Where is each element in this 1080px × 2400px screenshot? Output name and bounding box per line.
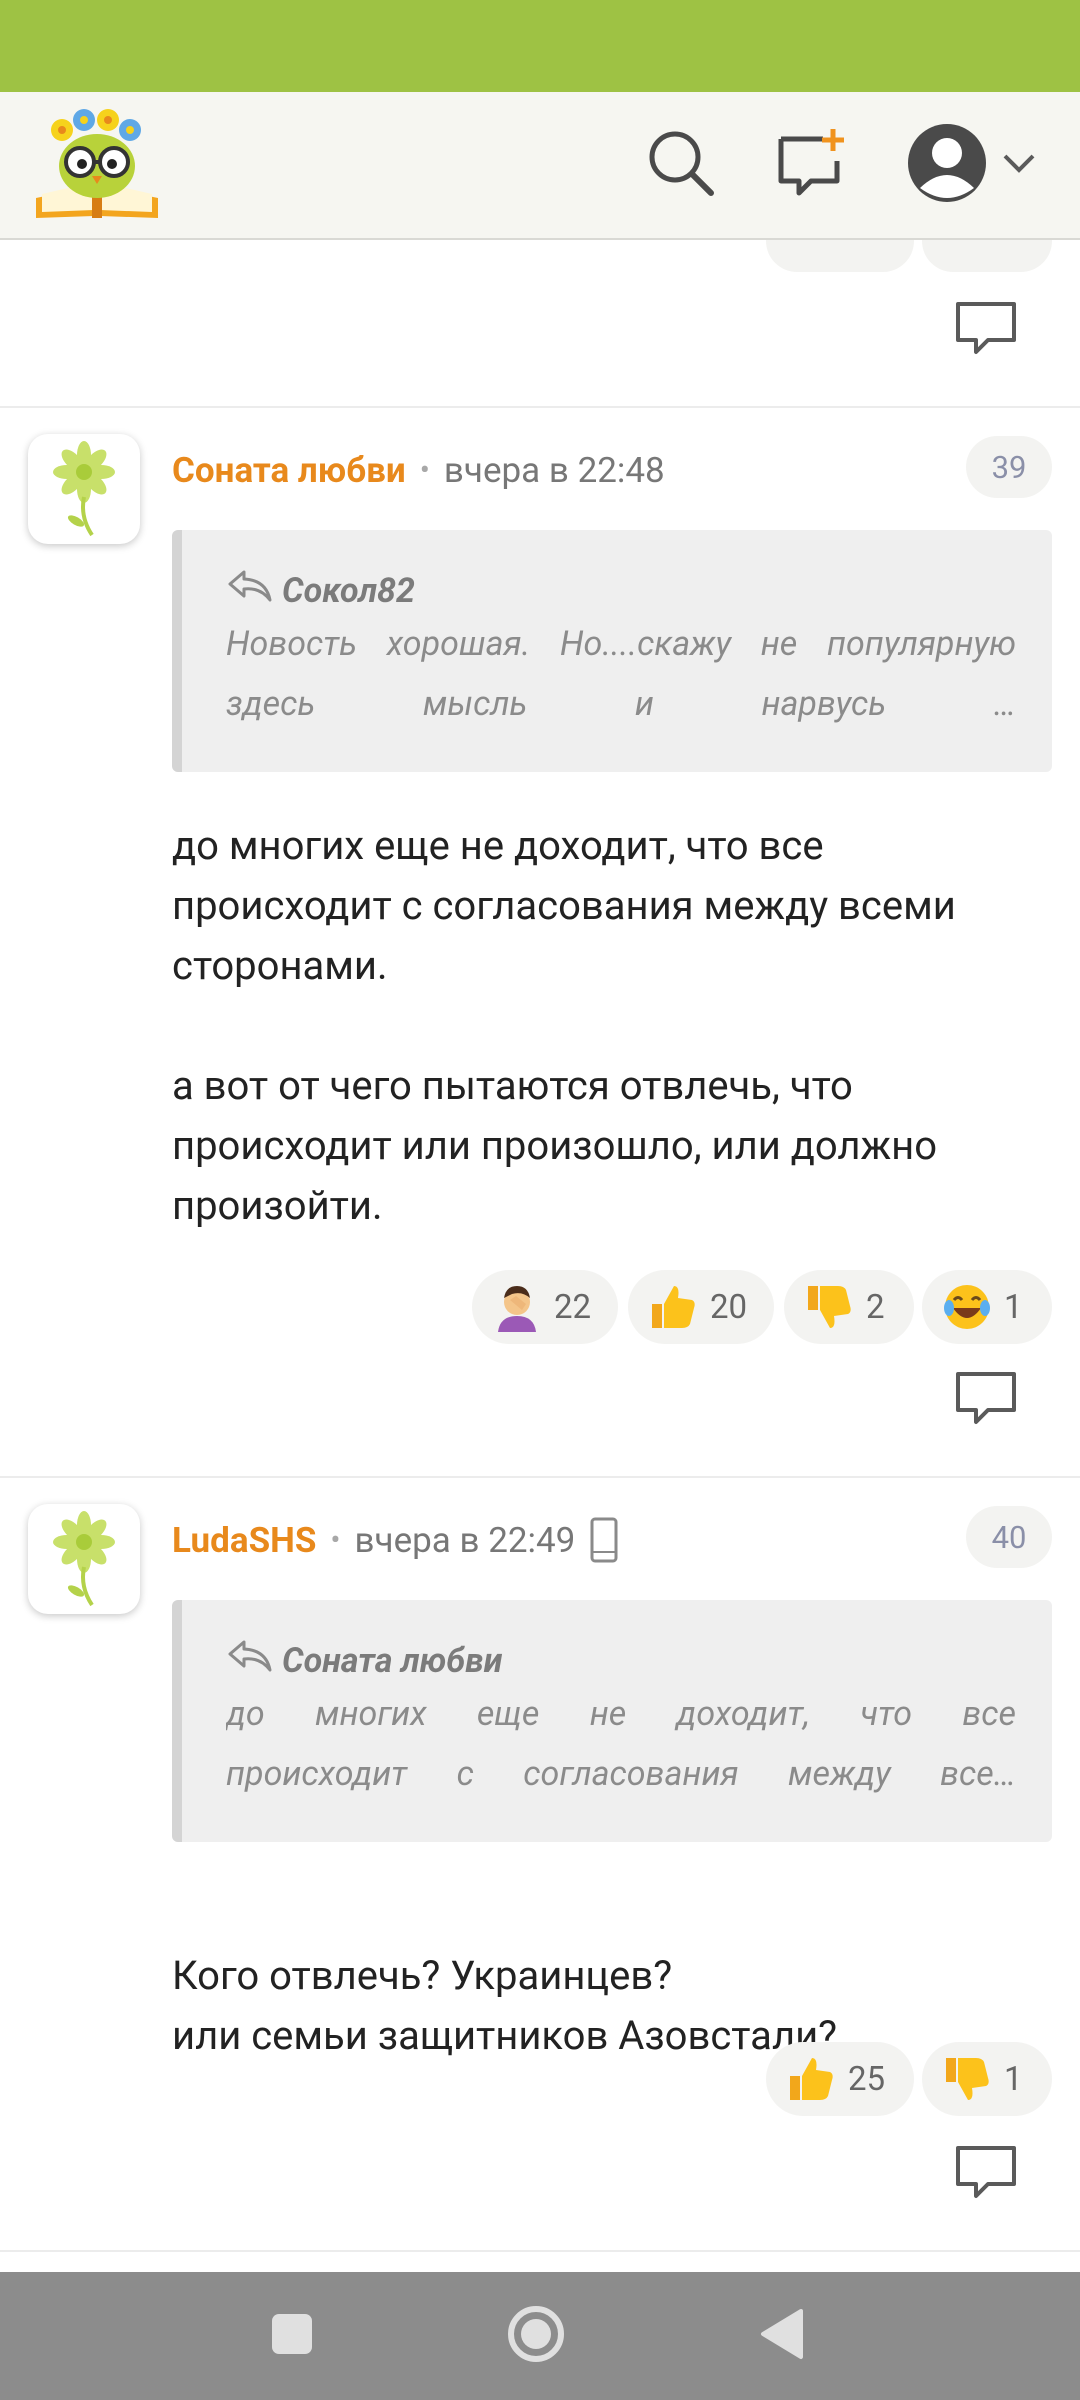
reply-button[interactable] [954, 300, 1018, 356]
reaction-thumbs-up[interactable]: 20 [628, 1270, 774, 1344]
search-icon [645, 127, 717, 203]
quote-text: до многих еще не доходит, что все происх… [226, 1684, 1016, 1804]
separator-dot: • [330, 1522, 341, 1558]
quote-author: Соната любви [282, 1640, 503, 1681]
owl-logo-icon[interactable] [32, 106, 162, 224]
thumbs-up-emoji-icon [648, 1282, 698, 1332]
thumbs-down-emoji-icon [804, 1282, 854, 1332]
reaction-thumbs-down[interactable]: 1 [922, 2042, 1052, 2116]
comment-paragraph: а вот от чего пытаются отвлечь, что прои… [172, 1062, 938, 1229]
comment-number-badge[interactable]: 39 [966, 436, 1052, 498]
reaction-count: 20 [710, 1287, 748, 1327]
avatar[interactable] [28, 434, 140, 544]
comment-author[interactable]: LudaSHS [172, 1520, 316, 1561]
quote-author: Сокол82 [282, 570, 415, 611]
reaction-count: 1 [1004, 2059, 1023, 2099]
comment-icon [954, 2146, 1018, 2204]
new-post-icon [775, 127, 847, 203]
reaction-count: 25 [848, 2059, 886, 2099]
quote-text: Новость хорошая. Но....скажу не популярн… [226, 614, 1016, 734]
system-nav-bar [0, 2272, 1080, 2400]
profile-menu-button[interactable] [896, 122, 1046, 208]
home-button[interactable] [506, 2306, 566, 2366]
comment-time[interactable]: вчера в 22:49 [355, 1520, 576, 1561]
thumbs-up-emoji-icon [786, 2054, 836, 2104]
comment-author[interactable]: Соната любви [172, 450, 406, 491]
comment-paragraph: Кого отвлечь? Украинцев? или семьи защит… [172, 1952, 838, 2059]
quote-line: происходит с согласования между все… [226, 1754, 1016, 1794]
reaction-facepalm[interactable]: 22 [472, 1270, 618, 1344]
flower-avatar-icon [44, 437, 124, 541]
comment-icon [954, 1372, 1018, 1430]
quote-line: здесь мысль и нарвусь … [226, 684, 1016, 724]
comment-divider [0, 2250, 1080, 2252]
reply-arrow-icon [226, 1638, 282, 1683]
comment-divider [0, 406, 1080, 408]
separator-dot: • [419, 452, 430, 488]
status-bar [0, 0, 1080, 92]
comment-icon [954, 302, 1018, 360]
comment-divider [0, 1476, 1080, 1478]
reaction-count: 22 [554, 1287, 592, 1327]
reaction-thumbs-down[interactable]: 2 [784, 1270, 914, 1344]
reaction-count: 1 [1004, 1287, 1023, 1327]
mobile-device-icon [589, 1516, 619, 1564]
laughing-emoji-icon [942, 1282, 992, 1332]
reaction-thumbs-up[interactable]: 25 [766, 2042, 914, 2116]
comment-meta: Соната любви • вчера в 22:48 [172, 445, 665, 495]
avatar-icon [906, 122, 988, 208]
recent-apps-button[interactable] [262, 2306, 322, 2366]
comment-time[interactable]: вчера в 22:48 [444, 450, 665, 491]
facepalm-emoji-icon [492, 1282, 542, 1332]
flower-avatar-icon [44, 1507, 124, 1611]
quote-block[interactable]: Сокол82 Новость хорошая. Но....скажу не … [172, 530, 1052, 772]
screen: Соната любви • вчера в 22:48 39 Сокол82 … [0, 0, 1080, 2400]
quote-line: Новость хорошая. Но....скажу не популярн… [226, 624, 1016, 664]
back-button[interactable] [752, 2306, 812, 2366]
quote-block[interactable]: Соната любви до многих еще не доходит, ч… [172, 1600, 1052, 1842]
reply-arrow-icon [226, 568, 282, 613]
comment-number-badge[interactable]: 40 [966, 1506, 1052, 1568]
comment-body: до многих еще не доходит, что все происх… [172, 816, 1052, 1236]
reply-button[interactable] [954, 1370, 1018, 1426]
home-icon [506, 2304, 566, 2368]
quote-author-row: Сокол82 [226, 568, 415, 613]
comment-body: Кого отвлечь? Украинцев? или семьи защит… [172, 1886, 1052, 2126]
app-header [0, 92, 1080, 240]
reaction-laughing[interactable]: 1 [922, 1270, 1052, 1344]
thumbs-down-emoji-icon [942, 2054, 992, 2104]
comment-paragraph: до многих еще не доходит, что все происх… [172, 822, 956, 989]
back-icon [757, 2307, 807, 2365]
avatar[interactable] [28, 1504, 140, 1614]
comment-meta: LudaSHS • вчера в 22:49 [172, 1515, 619, 1565]
quote-author-row: Соната любви [226, 1638, 502, 1683]
reaction-count: 2 [866, 1287, 885, 1327]
recent-apps-icon [269, 2311, 315, 2361]
search-button[interactable] [638, 122, 724, 208]
quote-line: до многих еще не доходит, что все [226, 1694, 1016, 1734]
new-post-button[interactable] [768, 122, 854, 208]
reply-button[interactable] [954, 2144, 1018, 2200]
chevron-down-icon [1002, 152, 1036, 178]
